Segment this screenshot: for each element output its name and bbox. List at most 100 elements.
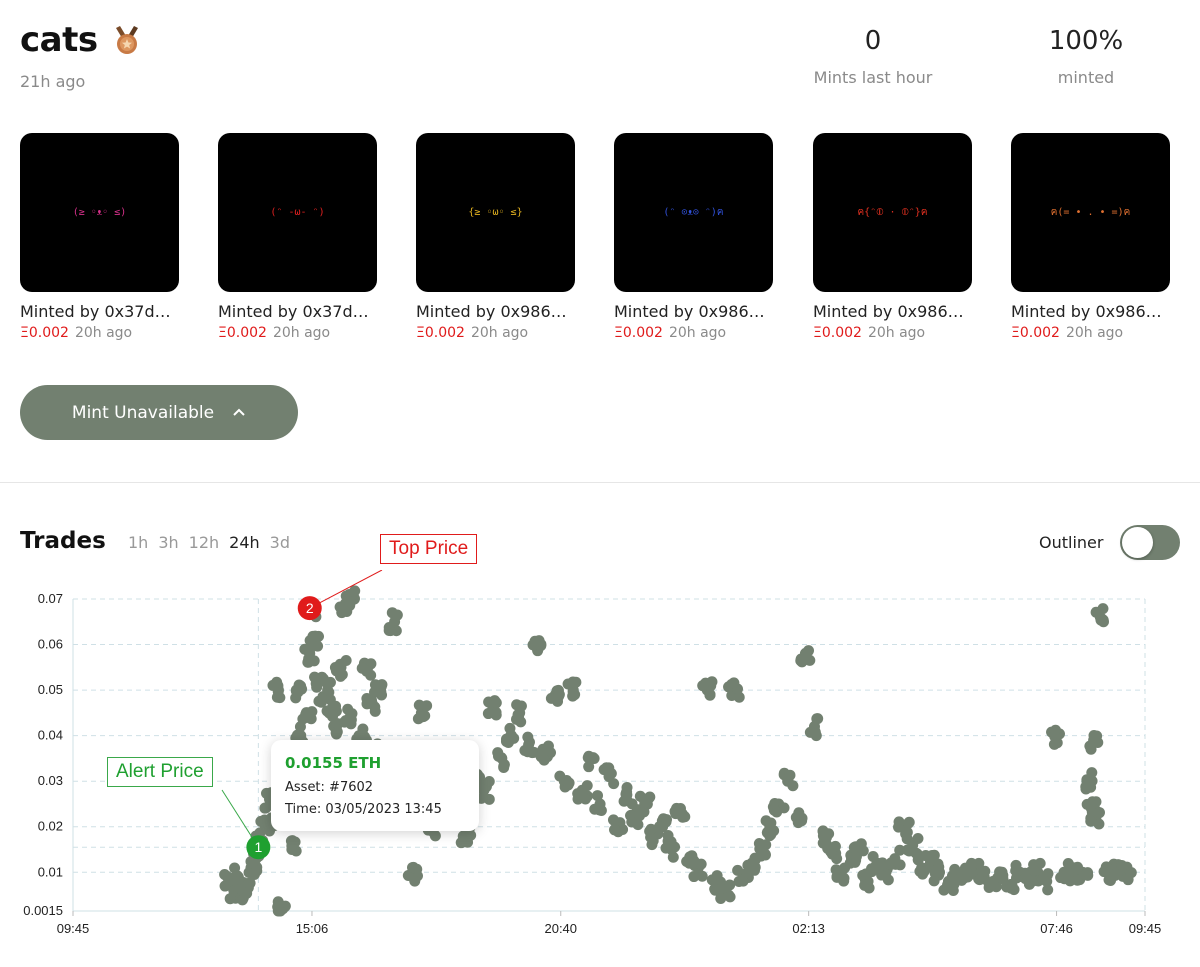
trade-point bbox=[733, 691, 745, 703]
trade-point bbox=[490, 697, 502, 709]
trade-point bbox=[592, 790, 604, 802]
mint-thumbnail[interactable]: (≥ ◦ᴥ◦ ≤) bbox=[20, 133, 179, 292]
trade-point bbox=[825, 846, 837, 858]
trade-point bbox=[490, 709, 502, 721]
trade-point bbox=[330, 700, 342, 712]
trade-point bbox=[732, 864, 744, 876]
minted-percent-label: minted bbox=[1057, 68, 1115, 87]
mint-thumbnail[interactable]: {≥ ◦ω◦ ≤} bbox=[416, 133, 575, 292]
mint-thumbnail[interactable]: (ᵔ -ω- ᵔ) bbox=[218, 133, 377, 292]
trades-title: Trades bbox=[20, 528, 106, 554]
top-price-callout: Top Price bbox=[380, 534, 478, 564]
trade-point bbox=[1072, 861, 1084, 873]
mint-price: Ξ0.002 bbox=[614, 325, 663, 341]
marker-2-label: 2 bbox=[306, 600, 314, 616]
trade-point bbox=[413, 699, 425, 711]
range-24h[interactable]: 24h bbox=[229, 533, 260, 552]
trade-point bbox=[800, 647, 812, 659]
mint-price: Ξ0.002 bbox=[813, 325, 862, 341]
trade-point bbox=[483, 775, 495, 787]
trade-point bbox=[759, 848, 771, 860]
cat-face-art: ฅ{ᵔ⦶ · ⦶ᵔ}ฅ bbox=[857, 207, 928, 218]
mint-button-label: Mint Unavailable bbox=[71, 402, 215, 423]
mint-thumbnail[interactable]: (ᵔ ⊙ᴥ⊙ ᵔ)ฅ bbox=[614, 133, 773, 292]
trade-point bbox=[949, 875, 961, 887]
mints-last-hour-value: 0 bbox=[864, 26, 882, 56]
trade-point bbox=[688, 871, 700, 883]
mint-time: 20h ago bbox=[867, 325, 926, 341]
trade-point bbox=[229, 862, 241, 874]
trade-point bbox=[965, 857, 977, 869]
tooltip-asset: Asset: #7602 bbox=[285, 780, 374, 795]
trade-point bbox=[1010, 865, 1022, 877]
trade-point bbox=[859, 879, 871, 891]
mint-card[interactable]: {≥ ◦ω◦ ≤} Minted by 0x9860... Ξ0.002 20h … bbox=[416, 133, 575, 341]
collection-title: cats bbox=[20, 20, 98, 60]
trade-point bbox=[695, 858, 707, 870]
marker-1-label: 1 bbox=[254, 839, 262, 855]
trade-point bbox=[1085, 815, 1097, 827]
trade-point bbox=[304, 644, 316, 656]
trade-point bbox=[407, 861, 419, 873]
trade-point bbox=[753, 837, 765, 849]
trade-point bbox=[330, 728, 342, 740]
trade-point bbox=[933, 861, 945, 873]
trade-point bbox=[492, 750, 504, 762]
trade-point bbox=[500, 735, 512, 747]
trade-point bbox=[857, 845, 869, 857]
mint-time: 20h ago bbox=[272, 325, 331, 341]
tooltip-price: 0.0155 ETH bbox=[285, 754, 382, 772]
trade-point bbox=[309, 671, 321, 683]
trade-point bbox=[562, 678, 574, 690]
trade-point bbox=[667, 851, 679, 863]
minted-percent-value: 100% bbox=[1048, 26, 1124, 56]
mint-card[interactable]: ฅ(= • . • =)ฅ Minted by 0x9860... Ξ0.002… bbox=[1011, 133, 1170, 341]
trade-point bbox=[295, 680, 307, 692]
y-tick-label: 0.04 bbox=[38, 728, 63, 743]
trade-point bbox=[771, 806, 783, 818]
mint-card[interactable]: (ᵔ -ω- ᵔ) Minted by 0x37d4... Ξ0.002 20h … bbox=[218, 133, 377, 341]
mint-thumbnail[interactable]: ฅ(= • . • =)ฅ bbox=[1011, 133, 1170, 292]
trade-point bbox=[646, 839, 658, 851]
trade-point bbox=[533, 635, 545, 647]
trade-point bbox=[697, 680, 709, 692]
trade-point bbox=[608, 778, 620, 790]
trade-point bbox=[340, 715, 352, 727]
minted-percent-stat: 100% minted bbox=[1036, 26, 1136, 87]
trade-point bbox=[356, 662, 368, 674]
trade-point bbox=[621, 795, 633, 807]
trade-point bbox=[787, 780, 799, 792]
trade-point bbox=[369, 679, 381, 691]
mint-card[interactable]: (≥ ◦ᴥ◦ ≤) Minted by 0x37d4... Ξ0.002 20h … bbox=[20, 133, 179, 341]
trade-point bbox=[997, 869, 1009, 881]
mint-thumbnail[interactable]: ฅ{ᵔ⦶ · ⦶ᵔ}ฅ bbox=[813, 133, 972, 292]
trade-point bbox=[414, 711, 426, 723]
trade-point bbox=[1005, 882, 1017, 894]
trade-point bbox=[224, 893, 236, 905]
mints-last-hour-label: Mints last hour bbox=[813, 68, 933, 87]
trade-point bbox=[291, 729, 303, 741]
trade-point bbox=[511, 713, 523, 725]
cat-face-art: (ᵔ ⊙ᴥ⊙ ᵔ)ฅ bbox=[663, 207, 724, 218]
trade-point bbox=[344, 596, 356, 608]
trade-point bbox=[1093, 807, 1105, 819]
trade-point bbox=[809, 726, 821, 738]
range-3d[interactable]: 3d bbox=[270, 533, 290, 552]
range-1h[interactable]: 1h bbox=[128, 533, 148, 552]
trade-point bbox=[303, 656, 315, 668]
range-12h[interactable]: 12h bbox=[189, 533, 220, 552]
cat-face-art: (≥ ◦ᴥ◦ ≤) bbox=[72, 207, 127, 218]
mint-card[interactable]: ฅ{ᵔ⦶ · ⦶ᵔ}ฅ Minted by 0x9860... Ξ0.002 20… bbox=[813, 133, 972, 341]
trade-point bbox=[676, 808, 688, 820]
x-tick-label: 02:13 bbox=[792, 921, 825, 936]
mint-price: Ξ0.002 bbox=[20, 325, 69, 341]
range-3h[interactable]: 3h bbox=[158, 533, 178, 552]
alert-price-callout: Alert Price bbox=[107, 757, 213, 787]
tooltip-time: Time: 03/05/2023 13:45 bbox=[285, 802, 442, 817]
mint-price: Ξ0.002 bbox=[416, 325, 465, 341]
outliner-toggle[interactable] bbox=[1120, 525, 1180, 560]
trade-point bbox=[704, 689, 716, 701]
mint-card[interactable]: (ᵔ ⊙ᴥ⊙ ᵔ)ฅ Minted by 0x9860... Ξ0.002 20h… bbox=[614, 133, 773, 341]
trade-point bbox=[902, 844, 914, 856]
mint-button[interactable]: Mint Unavailable bbox=[20, 385, 298, 440]
